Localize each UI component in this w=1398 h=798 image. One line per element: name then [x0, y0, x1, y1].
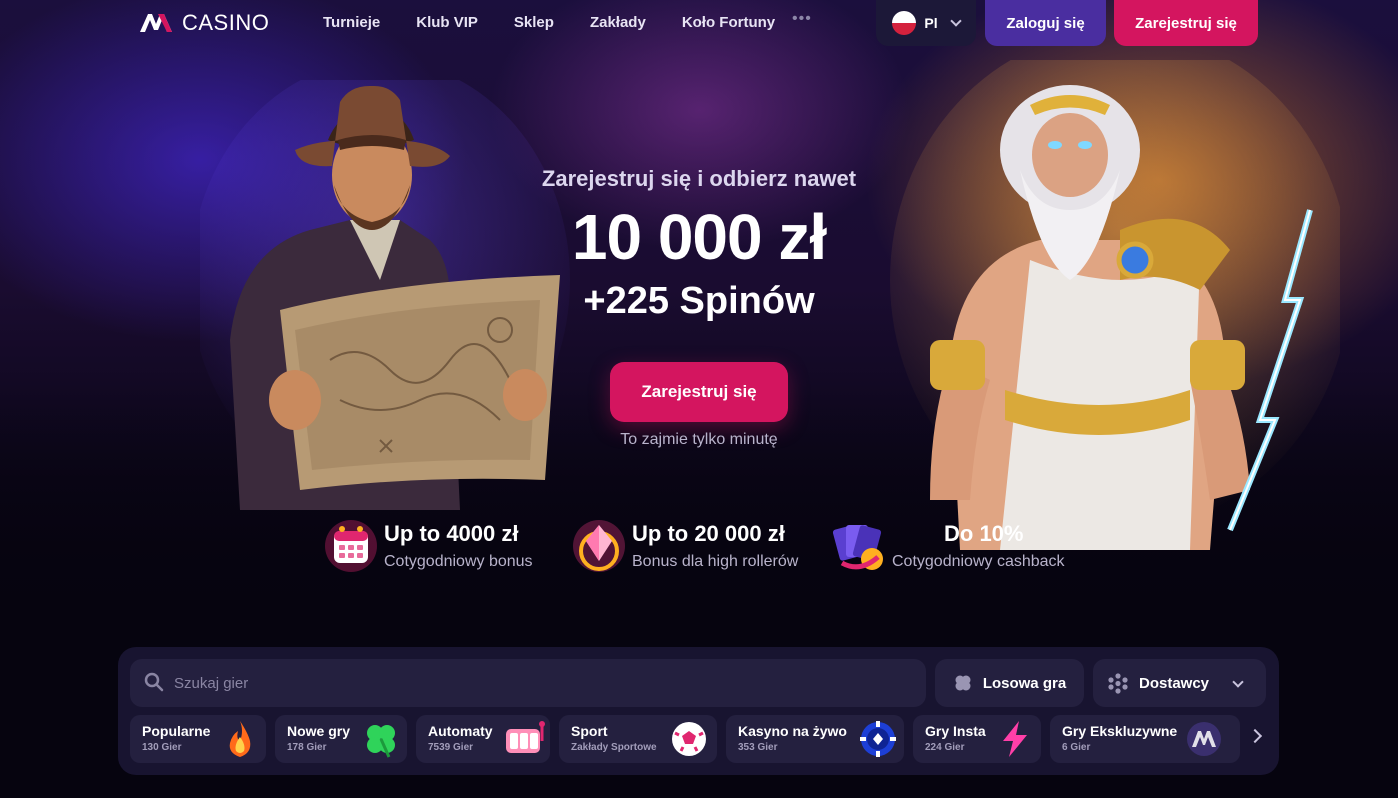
category-popular[interactable]: Popularne 130 Gier [130, 715, 266, 763]
category-name: Nowe gry [287, 723, 351, 739]
category-count: 353 Gier [738, 742, 778, 753]
category-name: Kasyno na żywo [738, 723, 847, 739]
category-count: Zakłady Sportowe [571, 742, 657, 753]
search-input[interactable] [130, 659, 926, 707]
category-count: 6 Gier [1062, 742, 1091, 753]
hero-register-button[interactable]: Zarejestruj się [610, 362, 788, 422]
language-label: Pl [924, 15, 938, 31]
providers-dropdown[interactable]: Dostawcy [1093, 659, 1266, 707]
poland-flag-icon [892, 11, 917, 35]
more-menu-icon[interactable]: ••• [792, 10, 812, 28]
category-sport[interactable]: Sport Zakłady Sportowe [559, 715, 717, 763]
category-insta-games[interactable]: Gry Insta 224 Gier [913, 715, 1041, 763]
perk-desc: Cotygodniowy cashback [892, 553, 1065, 570]
category-live-casino[interactable]: Kasyno na żywo 353 Gier [726, 715, 904, 763]
fire-icon [229, 721, 251, 757]
hero-note: To zajmie tylko minutę [620, 431, 778, 448]
perk-title: Do 10% [944, 521, 1024, 546]
random-game-label: Losowa gra [982, 674, 1067, 692]
calendar-icon [325, 520, 377, 572]
top-header: CASINO Turnieje Klub VIP Sklep Zakłady K… [0, 0, 1398, 46]
language-selector[interactable]: Pl [876, 0, 976, 46]
chevron-right-icon[interactable] [1247, 728, 1263, 744]
category-name: Gry Ekskluzywne [1062, 723, 1178, 739]
logo-text: CASINO [182, 10, 270, 35]
perk-title: Up to 20 000 zł [632, 521, 785, 546]
hero-bonus-amount: 10 000 zł [571, 201, 827, 273]
category-new-games[interactable]: Nowe gry 178 Gier [275, 715, 407, 763]
chevron-down-icon [949, 15, 962, 27]
perk-cashback: Do 10% Cotygodniowy cashback [830, 514, 1065, 578]
category-name: Sport [571, 723, 608, 739]
games-panel: Losowa gra Dostawcy Popularne 130 Gier N… [118, 647, 1279, 775]
hero-subtitle: Zarejestruj się i odbierz nawet [541, 166, 857, 191]
game-search [130, 659, 926, 707]
main-nav: Turnieje Klub VIP Sklep Zakłady Koło For… [323, 14, 811, 31]
category-count: 224 Gier [925, 742, 965, 753]
clover-icon [367, 725, 395, 758]
perk-desc: Cotygodniowy bonus [384, 553, 533, 570]
nav-vip-club[interactable]: Klub VIP [416, 14, 478, 31]
category-count: 7539 Gier [428, 742, 474, 753]
lightning-icon [1003, 721, 1027, 757]
nav-betting[interactable]: Zakłady [590, 14, 646, 31]
game-categories: Popularne 130 Gier Nowe gry 178 Gier Aut… [130, 715, 1270, 763]
nav-shop[interactable]: Sklep [514, 14, 554, 31]
nav-tournaments[interactable]: Turnieje [323, 14, 380, 31]
search-icon [144, 672, 164, 692]
nav-wheel-of-fortune[interactable]: Koło Fortuny [682, 14, 775, 31]
logo-mark-icon [140, 14, 172, 32]
perk-title: Up to 4000 zł [384, 521, 519, 546]
category-name: Gry Insta [925, 723, 986, 739]
hero-spins: +225 Spinów [583, 280, 815, 322]
soccer-ball-icon [672, 722, 706, 756]
poker-chip-icon [860, 721, 896, 757]
category-name: Automaty [428, 723, 493, 739]
category-name: Popularne [142, 723, 211, 739]
category-slots[interactable]: Automaty 7539 Gier [416, 715, 550, 763]
brand-logo-icon [1187, 722, 1221, 756]
perk-desc: Bonus dla high rollerów [632, 553, 799, 570]
category-exclusive-games[interactable]: Gry Ekskluzywne 6 Gier [1050, 715, 1240, 763]
slot-machine-icon [506, 721, 545, 753]
category-count: 130 Gier [142, 742, 182, 753]
perk-weekly-bonus: Up to 4000 zł Cotygodniowy bonus [322, 514, 533, 578]
random-game-button[interactable]: Losowa gra [935, 659, 1084, 707]
clover-shape-icon [955, 675, 971, 691]
cards-icon [832, 525, 883, 570]
providers-label: Dostawcy [1139, 674, 1210, 692]
perk-high-roller-bonus: Up to 20 000 zł Bonus dla high rollerów [570, 514, 798, 578]
chevron-down-icon [1232, 676, 1244, 688]
providers-icon [1108, 673, 1128, 694]
gem-icon [573, 520, 625, 572]
register-button[interactable]: Zarejestruj się [1114, 0, 1258, 46]
site-logo[interactable]: CASINO [138, 10, 269, 36]
category-count: 178 Gier [287, 742, 327, 753]
login-button[interactable]: Zaloguj się [985, 0, 1106, 46]
